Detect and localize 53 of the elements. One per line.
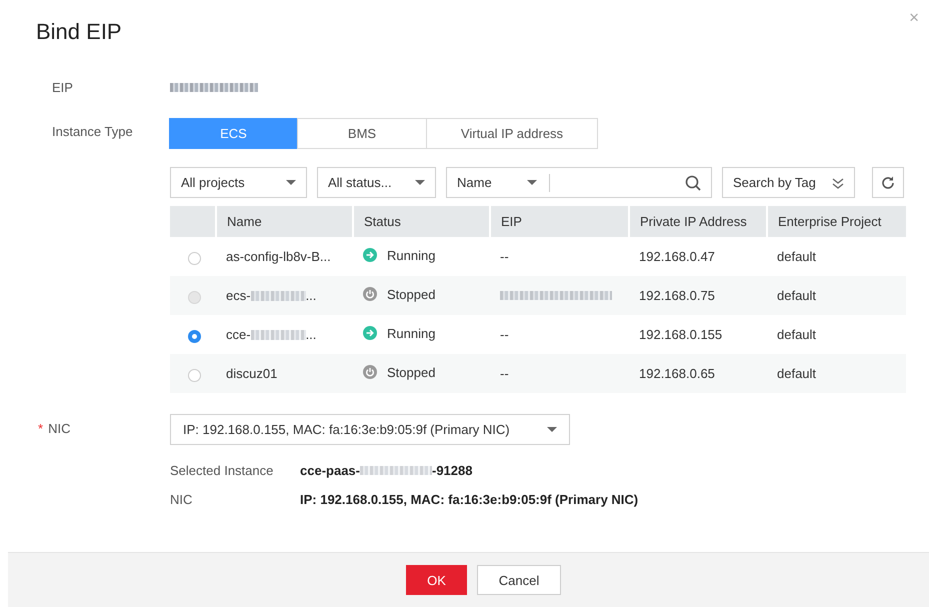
table-cell: cce- ...: [226, 327, 316, 342]
project-dropdown[interactable]: All projects: [170, 167, 307, 198]
refresh-button[interactable]: [872, 167, 904, 198]
column-header: Name: [216, 206, 353, 237]
column-header: EIP: [490, 206, 629, 237]
ok-button[interactable]: OK: [406, 565, 467, 595]
table-cell: ecs- ...: [226, 288, 316, 303]
table-cell: default: [777, 288, 816, 303]
column-header: Enterprise Project: [767, 206, 906, 237]
summary-label: Selected Instance: [170, 463, 274, 478]
caret-icon: [415, 180, 425, 186]
table-cell: 192.168.0.65: [639, 366, 715, 381]
table-cell: 192.168.0.47: [639, 249, 715, 264]
double-chevron-icon: [832, 176, 844, 188]
table-cell: default: [777, 366, 816, 381]
table-cell: 192.168.0.155: [639, 327, 722, 342]
radio-button[interactable]: [188, 252, 201, 264]
caret-icon: [527, 180, 537, 186]
table-cell: as-config-lb8v-B...: [226, 249, 331, 264]
radio-button[interactable]: [188, 330, 201, 342]
summary-value: IP: 192.168.0.155, MAC: fa:16:3e:b9:05:9f (Primary NIC): [300, 492, 638, 507]
segment-tab[interactable]: Virtual IP address: [426, 118, 598, 149]
summary-label: NIC: [170, 492, 194, 507]
search-icon: [685, 174, 701, 190]
refresh-icon: [880, 174, 896, 190]
required-mark: *: [38, 420, 44, 436]
table-cell: --: [500, 327, 509, 342]
dialog-title: Bind EIP: [36, 19, 122, 45]
table-cell: default: [777, 327, 816, 342]
status-text: Stopped: [387, 286, 436, 302]
nic-dropdown[interactable]: IP: 192.168.0.155, MAC: fa:16:3e:b9:05:9f (Primary NIC): [170, 414, 570, 445]
table-cell: discuz01: [226, 366, 278, 381]
field-label: NIC: [48, 420, 70, 436]
search-field[interactable]: Name: [446, 167, 712, 198]
status-dropdown[interactable]: All status...: [317, 167, 436, 198]
status-text: Running: [387, 248, 436, 263]
column-header: Private IP Address: [629, 206, 767, 237]
summary-value: cce-paas- -91288: [300, 463, 472, 478]
status-text: Running: [387, 326, 436, 341]
segment-tab[interactable]: BMS: [297, 118, 427, 149]
table-cell: --: [500, 249, 509, 264]
table-cell: default: [777, 249, 816, 264]
radio-button[interactable]: [188, 368, 201, 382]
caret-icon: [286, 180, 296, 186]
field-label: EIP: [52, 80, 74, 94]
caret-icon: [547, 426, 557, 432]
cancel-button[interactable]: Cancel: [477, 565, 561, 595]
table-cell: 192.168.0.75: [639, 288, 715, 303]
status-text: Stopped: [387, 364, 436, 380]
field-label: Instance Type: [52, 124, 134, 139]
column-header: Status: [353, 206, 490, 237]
search-by-tag-button[interactable]: Search by Tag: [722, 167, 855, 198]
table-cell: --: [500, 366, 509, 381]
